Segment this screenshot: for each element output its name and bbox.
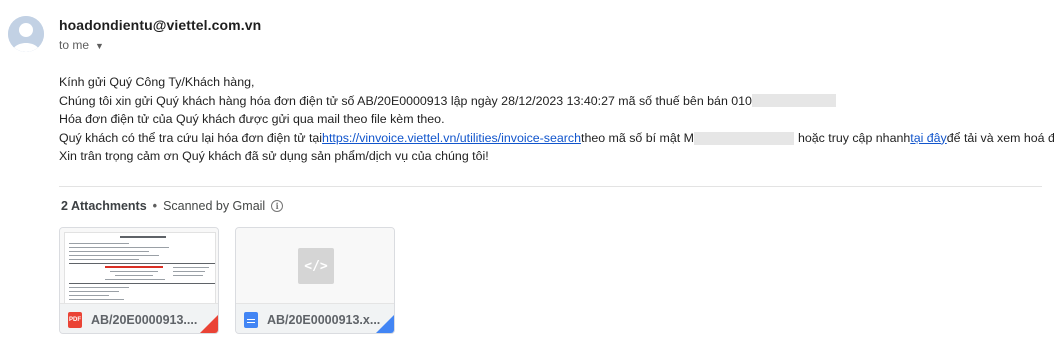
body-line-lookup: Quý khách có thể tra cứu lại hóa đơn điệ… (59, 129, 1054, 148)
lookup-text-prefix: Quý khách có thể tra cứu lại hóa đơn điệ… (59, 130, 323, 145)
attachment-footer-xml: AB/20E0000913.x... (236, 303, 394, 333)
xml-thumbnail: </> (236, 228, 394, 303)
sender-avatar[interactable] (8, 16, 44, 52)
info-icon[interactable]: i (271, 200, 284, 212)
header-separator: • (152, 199, 158, 213)
xml-corner-fold (376, 315, 394, 333)
pdf-thumbnail (60, 228, 218, 307)
caret-down-icon: ▼ (95, 40, 104, 51)
sender-email[interactable]: hoadondientu@viettel.com.vn (59, 17, 261, 33)
scan-status: Scanned by Gmail (163, 199, 266, 213)
attachments-header: 2 Attachments • Scanned by Gmail i (61, 199, 284, 213)
attachment-name: AB/20E0000913.x... (267, 312, 381, 327)
secret-code-text: theo mã số bí mật M (581, 130, 694, 145)
attachment-card-xml[interactable]: </> AB/20E0000913.x... (235, 227, 395, 334)
doc-file-icon (244, 311, 258, 328)
recipient-dropdown[interactable]: to me ▼ (59, 38, 104, 52)
recipient-label: to me (59, 38, 90, 52)
attachments-count: 2 Attachments (61, 199, 147, 213)
attachment-card-pdf[interactable]: PDF AB/20E0000913.... (59, 227, 219, 334)
attachment-footer-pdf: PDF AB/20E0000913.... (60, 303, 218, 333)
quick-access-text: hoặc truy cập nhanh (797, 130, 911, 145)
redacted-tax-code (751, 94, 836, 108)
person-icon (8, 16, 44, 52)
code-file-icon: </> (298, 248, 334, 284)
invoice-info-text: Chúng tôi xin gửi Quý khách hàng hóa đơn… (59, 93, 752, 108)
attachment-name: AB/20E0000913.... (91, 312, 198, 327)
attachments-divider (59, 186, 1042, 187)
redacted-secret-code (693, 131, 794, 145)
body-line-attachment-note: Hóa đơn điện tử của Quý khách được gửi q… (59, 112, 445, 127)
email-message: hoadondientu@viettel.com.vn to me ▼ Kính… (0, 0, 1054, 359)
body-closing: Xin trân trọng cảm ơn Quý khách đã sử dụ… (59, 149, 489, 164)
email-body: Kính gửi Quý Công Ty/Khách hàng, Chúng t… (59, 73, 1054, 166)
body-line-invoice: Chúng tôi xin gửi Quý khách hàng hóa đơn… (59, 92, 1054, 111)
pdf-corner-fold (200, 315, 218, 333)
quick-access-link[interactable]: tại đây (910, 129, 947, 148)
body-greeting: Kính gửi Quý Công Ty/Khách hàng, (59, 75, 255, 89)
pdf-file-icon: PDF (68, 311, 82, 328)
invoice-search-link[interactable]: https://vinvoice.viettel.vn/utilities/in… (322, 129, 581, 148)
pdf-preview-page (64, 232, 216, 307)
lookup-text-suffix: để tải và xem hoá đơn. (946, 130, 1054, 145)
